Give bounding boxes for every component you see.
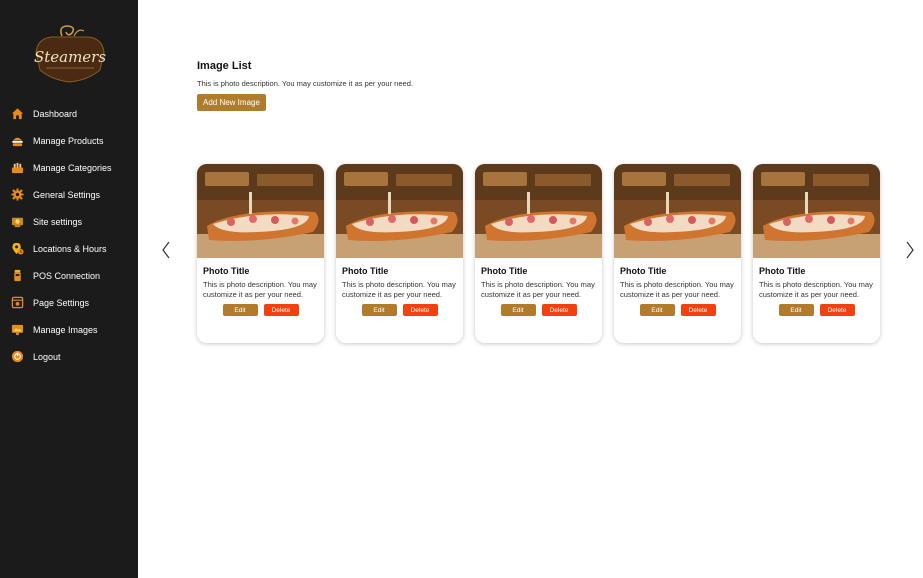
sidebar-item-page-settings[interactable]: Page Settings [0, 289, 138, 316]
sidebar-item-label: Dashboard [33, 108, 78, 119]
logout-icon [10, 350, 24, 364]
page-description: This is photo description. You may custo… [197, 79, 413, 88]
edit-button[interactable]: Edit [361, 304, 397, 316]
edit-button[interactable]: Edit [222, 304, 258, 316]
card-body: Photo Title This is photo description. Y… [753, 258, 880, 316]
card-title: Photo Title [481, 266, 528, 276]
card-description: This is photo description. You may custo… [481, 280, 595, 299]
card-description: This is photo description. You may custo… [759, 280, 873, 299]
sidebar-item-label: Manage Categories [33, 162, 112, 173]
pos-icon [10, 269, 24, 283]
sidebar-item-label: Manage Images [33, 324, 98, 335]
page-header: Image List This is photo description. Yo… [197, 60, 413, 111]
card-actions: Edit Delete [342, 304, 457, 316]
steamers-logo: Steamers [34, 25, 106, 83]
add-new-image-button[interactable]: Add New Image [197, 94, 266, 111]
card-description: This is photo description. You may custo… [620, 280, 734, 299]
page-settings-icon [10, 296, 24, 310]
edit-button[interactable]: Edit [778, 304, 814, 316]
card-actions: Edit Delete [759, 304, 874, 316]
card-title: Photo Title [759, 266, 806, 276]
sidebar-item-manage-products[interactable]: Manage Products [0, 127, 138, 154]
sidebar-item-locations-hours[interactable]: Locations & Hours [0, 235, 138, 262]
site-settings-icon [10, 215, 24, 229]
sidebar-item-logout[interactable]: Logout [0, 343, 138, 370]
delete-button[interactable]: Delete [680, 304, 716, 316]
sidebar-item-site-settings[interactable]: Site settings [0, 208, 138, 235]
card-photo [197, 164, 324, 258]
categories-icon [10, 161, 24, 175]
card-photo [336, 164, 463, 258]
sidebar-item-label: Logout [33, 351, 61, 362]
sidebar-item-manage-images[interactable]: Manage Images [0, 316, 138, 343]
card-title: Photo Title [620, 266, 667, 276]
sidebar-item-manage-categories[interactable]: Manage Categories [0, 154, 138, 181]
image-card: Photo Title This is photo description. Y… [336, 164, 463, 343]
card-body: Photo Title This is photo description. Y… [475, 258, 602, 316]
delete-button[interactable]: Delete [263, 304, 299, 316]
card-title: Photo Title [203, 266, 250, 276]
sidebar: Steamers Dashboard Manage Products Manag… [0, 0, 138, 578]
delete-button[interactable]: Delete [402, 304, 438, 316]
sidebar-item-label: POS Connection [33, 270, 101, 281]
card-actions: Edit Delete [620, 304, 735, 316]
card-photo [614, 164, 741, 258]
sidebar-nav: Dashboard Manage Products Manage Categor… [0, 100, 138, 370]
carousel-prev-icon[interactable] [161, 240, 171, 260]
edit-button[interactable]: Edit [639, 304, 675, 316]
image-card-list: Photo Title This is photo description. Y… [197, 164, 880, 343]
card-actions: Edit Delete [481, 304, 596, 316]
delete-button[interactable]: Delete [541, 304, 577, 316]
sidebar-item-dashboard[interactable]: Dashboard [0, 100, 138, 127]
card-body: Photo Title This is photo description. Y… [614, 258, 741, 316]
card-title: Photo Title [342, 266, 389, 276]
carousel-next-icon[interactable] [905, 240, 915, 260]
card-description: This is photo description. You may custo… [203, 280, 317, 299]
image-card: Photo Title This is photo description. Y… [197, 164, 324, 343]
card-body: Photo Title This is photo description. Y… [336, 258, 463, 316]
images-icon [10, 323, 24, 337]
sidebar-item-label: Locations & Hours [33, 243, 107, 254]
card-body: Photo Title This is photo description. Y… [197, 258, 324, 316]
edit-button[interactable]: Edit [500, 304, 536, 316]
sidebar-item-label: Manage Products [33, 135, 104, 146]
sidebar-item-pos-connection[interactable]: POS Connection [0, 262, 138, 289]
home-icon [10, 107, 24, 121]
sidebar-item-label: Page Settings [33, 297, 90, 308]
gear-icon [10, 188, 24, 202]
app-window: Steamers Dashboard Manage Products Manag… [0, 0, 923, 578]
page-title: Image List [197, 60, 252, 72]
sidebar-item-general-settings[interactable]: General Settings [0, 181, 138, 208]
svg-text:Steamers: Steamers [34, 48, 106, 66]
card-actions: Edit Delete [203, 304, 318, 316]
image-card: Photo Title This is photo description. Y… [614, 164, 741, 343]
sidebar-item-label: Site settings [33, 216, 83, 227]
card-description: This is photo description. You may custo… [342, 280, 456, 299]
image-card: Photo Title This is photo description. Y… [753, 164, 880, 343]
delete-button[interactable]: Delete [819, 304, 855, 316]
products-icon [10, 134, 24, 148]
sidebar-item-label: General Settings [33, 189, 101, 200]
card-photo [475, 164, 602, 258]
card-photo [753, 164, 880, 258]
image-card: Photo Title This is photo description. Y… [475, 164, 602, 343]
location-icon [10, 242, 24, 256]
